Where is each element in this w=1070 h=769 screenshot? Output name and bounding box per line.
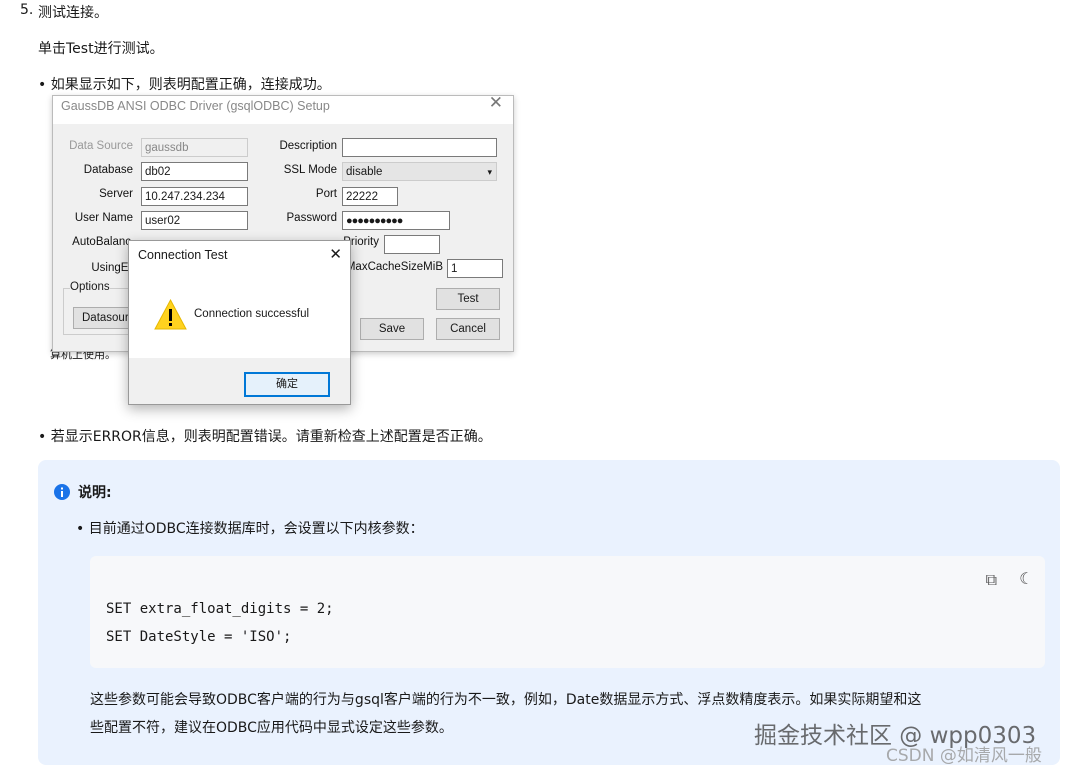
username-label: User Name <box>53 212 133 224</box>
data-source-label: Data Source <box>53 140 133 152</box>
code-block: ⧉ ☾ SET extra_float_digits = 2; SET Date… <box>90 556 1045 668</box>
window-titlebar: GaussDB ANSI ODBC Driver (gsqlODBC) Setu… <box>53 96 513 124</box>
database-input[interactable]: db02 <box>141 162 248 181</box>
bullet-error: • 若显示ERROR信息，则表明配置错误。请重新检查上述配置是否正确。 <box>38 426 492 446</box>
close-icon[interactable]: ✕ <box>489 95 503 111</box>
step-title: 测试连接。 <box>38 2 108 22</box>
password-label: Password <box>253 212 337 224</box>
server-input[interactable]: 10.247.234.234 <box>141 187 248 206</box>
sslmode-label: SSL Mode <box>253 164 337 176</box>
window-title: GaussDB ANSI ODBC Driver (gsqlODBC) Setu… <box>61 98 330 114</box>
test-button[interactable]: Test <box>436 288 500 310</box>
dialog-message: Connection successful <box>194 308 309 320</box>
close-icon[interactable]: ✕ <box>329 245 342 263</box>
maxcache-label: MaxCacheSizeMiB <box>343 261 443 273</box>
cancel-button[interactable]: Cancel <box>436 318 500 340</box>
dialog-title: Connection Test <box>138 248 227 262</box>
server-label: Server <box>53 188 133 200</box>
step-instruction: 单击Test进行测试。 <box>38 38 164 58</box>
password-input[interactable]: ●●●●●●●●●● <box>342 211 450 230</box>
step-number: 5. <box>20 2 33 18</box>
code-line: SET extra_float_digits = 2; <box>106 601 334 617</box>
username-input[interactable]: user02 <box>141 211 248 230</box>
maxcache-input[interactable]: 1 <box>447 259 503 278</box>
save-button[interactable]: Save <box>360 318 424 340</box>
note-title: 说明: <box>78 482 112 502</box>
info-icon <box>54 484 70 500</box>
autobalance-label: AutoBalanc <box>53 236 131 248</box>
sslmode-value: disable <box>346 166 382 178</box>
watermark-csdn: CSDN @如清风一般 <box>886 741 1042 766</box>
note-paragraph: 些配置不符，建议在ODBC应用代码中显式设定这些参数。 <box>90 717 453 737</box>
moon-icon[interactable]: ☾ <box>1019 569 1029 588</box>
connection-test-dialog: Connection Test ✕ Connection successful … <box>128 240 351 405</box>
code-line: SET DateStyle = 'ISO'; <box>106 629 291 645</box>
datasource-button[interactable]: Datasourc <box>73 307 133 329</box>
note-paragraph: 这些参数可能会导致ODBC客户端的行为与gsql客户端的行为不一致，例如，Dat… <box>90 689 921 709</box>
bullet-text: 如果显示如下，则表明配置正确，连接成功。 <box>51 77 331 93</box>
usingei-label: UsingEi <box>53 262 131 274</box>
bullet-text: 若显示ERROR信息，则表明配置错误。请重新检查上述配置是否正确。 <box>51 429 492 445</box>
priority-input[interactable] <box>384 235 440 254</box>
options-label: Options <box>70 281 110 293</box>
chevron-down-icon: ▾ <box>487 163 492 182</box>
note-bullet: • 目前通过ODBC连接数据库时，会设置以下内核参数： <box>76 518 424 538</box>
note-bullet-text: 目前通过ODBC连接数据库时，会设置以下内核参数： <box>89 521 424 537</box>
ok-button[interactable]: 确定 <box>244 372 330 397</box>
database-label: Database <box>53 164 133 176</box>
bullet-success: • 如果显示如下，则表明配置正确，连接成功。 <box>38 74 331 94</box>
copy-icon[interactable]: ⧉ <box>986 570 997 590</box>
port-input[interactable]: 22222 <box>342 187 398 206</box>
port-label: Port <box>253 188 337 200</box>
data-source-field: gaussdb <box>141 138 248 157</box>
sslmode-select[interactable]: disable ▾ <box>342 162 497 181</box>
warning-icon <box>154 298 187 331</box>
description-input[interactable] <box>342 138 497 157</box>
description-label: Description <box>253 140 337 152</box>
